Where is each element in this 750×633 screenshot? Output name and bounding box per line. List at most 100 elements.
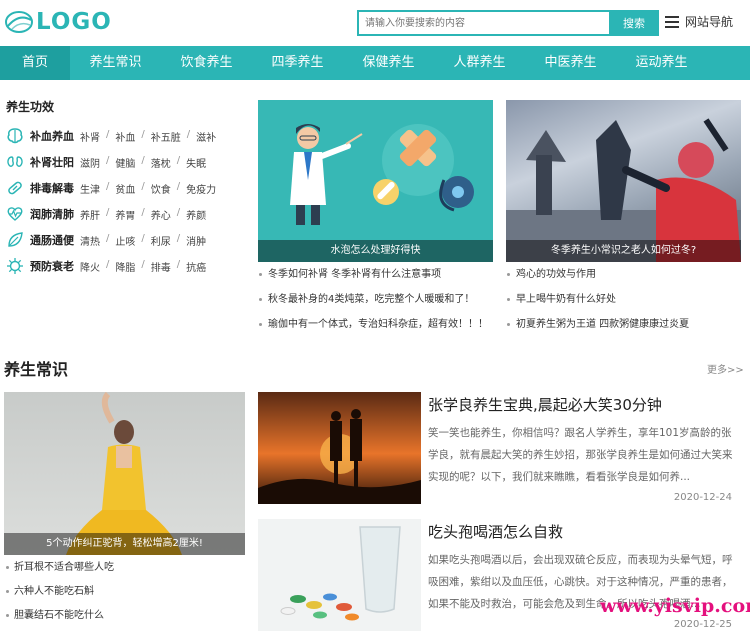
list-item[interactable]: 瑜伽中有一个体式，专治妇科杂症，超有效！！！ (258, 312, 488, 337)
list-item[interactable]: 鸡心的功效与作用 (506, 262, 689, 287)
effect-tag[interactable]: 降火 (80, 259, 100, 274)
effect-tag[interactable]: 滋补 (196, 129, 216, 144)
pills-glass-photo (258, 519, 421, 631)
effect-tag[interactable]: 养颜 (186, 207, 206, 222)
list-item[interactable]: 冬季如何补肾 冬季补肾有什么注意事项 (258, 262, 488, 287)
effects-panel: 养生功效 补血养血 补肾 / 补血 / 补五脏 / 滋补 补肾壮阳 滋阴 / 健脑 / 落… (6, 98, 246, 279)
effect-tag[interactable]: 利尿 (151, 233, 171, 248)
effect-tag[interactable]: 滋阴 (80, 155, 100, 170)
nav-item-tcm[interactable]: 中医养生 (525, 46, 616, 80)
tag-separator: / (176, 206, 181, 218)
heartbeat-icon (6, 205, 24, 223)
article-card: 张学良养生宝典,晨起必大笑30分钟 笑一笑也能养生，你相信吗？跟名人学养生，享年… (258, 392, 744, 504)
menu-icon (665, 15, 679, 28)
article-thumbnail[interactable] (258, 519, 421, 631)
article-title[interactable]: 吃头孢喝酒怎么自救 (428, 521, 563, 542)
site-logo[interactable]: LOGO (4, 8, 114, 36)
search-input[interactable] (357, 10, 609, 36)
capsule-icon (6, 179, 24, 197)
tag-separator: / (176, 258, 181, 270)
watermark-text: www.yisvip.com (600, 595, 750, 617)
tag-separator: / (106, 128, 110, 140)
effect-row: 通肠通便 清热 / 止咳 / 利尿 / 消肿 (6, 227, 246, 253)
effect-tag[interactable]: 免疫力 (186, 181, 216, 196)
promo-caption: 冬季养生小常识之老人如何过冬? (506, 240, 741, 262)
effect-tag[interactable]: 养胃 (115, 207, 135, 222)
virus-icon (6, 257, 24, 275)
effect-tag[interactable]: 消肿 (186, 233, 206, 248)
article-date: 2020-12-25 (673, 619, 732, 630)
effect-name[interactable]: 排毒解毒 (30, 180, 80, 196)
effect-tag[interactable]: 养肝 (80, 207, 100, 222)
nav-item-diet[interactable]: 饮食养生 (161, 46, 252, 80)
effect-tag[interactable]: 落枕 (151, 155, 171, 170)
effects-title: 养生功效 (6, 100, 55, 114)
article-date: 2020-12-24 (673, 492, 732, 503)
effect-row: 润肺清肺 养肝 / 养胃 / 养心 / 养颜 (6, 201, 246, 227)
search-button[interactable]: 搜索 (609, 10, 659, 36)
effect-row: 补肾壮阳 滋阴 / 健脑 / 落枕 / 失眠 (6, 149, 246, 175)
exercise-photo (506, 118, 741, 262)
effect-tag[interactable]: 补血 (115, 129, 135, 144)
effect-tag[interactable]: 排毒 (151, 259, 171, 274)
effect-name[interactable]: 润肺清肺 (30, 206, 80, 222)
tag-separator: / (106, 154, 110, 166)
list-item[interactable]: 早上喝牛奶有什么好处 (506, 287, 689, 312)
promo1-list: 冬季如何补肾 冬季补肾有什么注意事项 秋冬最补身的4类炖菜，吃完整个人暖暖和了！… (258, 262, 488, 337)
tag-separator: / (141, 128, 145, 140)
tag-separator: / (106, 232, 110, 244)
effect-name[interactable]: 补血养血 (30, 128, 80, 144)
article-desc: 笑一笑也能养生，你相信吗？跟名人学养生，享年101岁高龄的张学良，就有晨起大笑的… (428, 427, 733, 483)
tag-separator: / (186, 128, 191, 140)
effect-name[interactable]: 预防衰老 (30, 258, 80, 274)
nav-item-groups[interactable]: 人群养生 (434, 46, 525, 80)
effect-row: 补血养血 补肾 / 补血 / 补五脏 / 滋补 (6, 123, 246, 149)
effect-tag[interactable]: 补五脏 (151, 129, 181, 144)
nav-item-health-tips[interactable]: 养生常识 (70, 46, 161, 80)
yoga-photo (66, 392, 182, 555)
list-item[interactable]: 折耳根不适合哪些人吃 (4, 556, 114, 580)
leaf-icon (6, 231, 24, 249)
effect-tag[interactable]: 贫血 (115, 181, 135, 196)
section-title: 养生常识 (4, 360, 69, 379)
effect-tag[interactable]: 清热 (80, 233, 100, 248)
promo-caption: 水泡怎么处理好得快 (258, 240, 493, 262)
main-nav: 首页 养生常识 饮食养生 四季养生 保健养生 人群养生 中医养生 运动养生 (0, 46, 750, 80)
tag-separator: / (141, 258, 145, 270)
effect-tag[interactable]: 降脂 (115, 259, 135, 274)
site-nav-label: 网站导航 (685, 15, 734, 29)
site-nav-link[interactable]: 网站导航 (665, 13, 733, 30)
list-item[interactable]: 六种人不能吃石斛 (4, 580, 114, 604)
list-item[interactable]: 秋冬最补身的4类炖菜，吃完整个人暖暖和了！ (258, 287, 488, 312)
promo-card-blister[interactable]: 水泡怎么处理好得快 (258, 100, 493, 262)
logo-text: LOGO (36, 9, 112, 35)
article-title[interactable]: 张学良养生宝典,晨起必大笑30分钟 (428, 394, 662, 415)
search-bar: 搜索 (357, 10, 659, 36)
tag-separator: / (141, 154, 145, 166)
effect-row: 预防衰老 降火 / 降脂 / 排毒 / 抗癌 (6, 253, 246, 279)
effect-tag[interactable]: 补肾 (80, 129, 100, 144)
effect-tag[interactable]: 生津 (80, 181, 100, 196)
effect-tag[interactable]: 抗癌 (186, 259, 206, 274)
article-thumbnail[interactable] (258, 392, 421, 504)
effect-name[interactable]: 补肾壮阳 (30, 154, 80, 170)
nav-item-care[interactable]: 保健养生 (343, 46, 434, 80)
effect-name[interactable]: 通肠通便 (30, 232, 80, 248)
effect-tag[interactable]: 健脑 (115, 155, 135, 170)
effect-tag[interactable]: 饮食 (151, 181, 171, 196)
effect-tag[interactable]: 止咳 (115, 233, 135, 248)
nav-item-home[interactable]: 首页 (0, 46, 70, 80)
featured-card-posture[interactable]: 5个动作纠正驼背，轻松增高2厘米! (4, 392, 245, 555)
effect-tag[interactable]: 养心 (151, 207, 171, 222)
promo-card-elderly-winter[interactable]: 冬季养生小常识之老人如何过冬? (506, 100, 741, 262)
effect-tag[interactable]: 失眠 (186, 155, 206, 170)
list-item[interactable]: 初夏养生粥为王道 四款粥健康康过炎夏 (506, 312, 689, 337)
header: LOGO 搜索 网站导航 (0, 0, 750, 46)
more-link[interactable]: 更多>> (707, 361, 744, 376)
nav-item-seasons[interactable]: 四季养生 (252, 46, 343, 80)
effect-row: 排毒解毒 生津 / 贫血 / 饮食 / 免疫力 (6, 175, 246, 201)
nav-item-sports[interactable]: 运动养生 (616, 46, 707, 80)
tag-separator: / (176, 180, 181, 192)
list-item[interactable]: 胆囊结石不能吃什么 (4, 604, 114, 628)
tag-separator: / (141, 180, 145, 192)
